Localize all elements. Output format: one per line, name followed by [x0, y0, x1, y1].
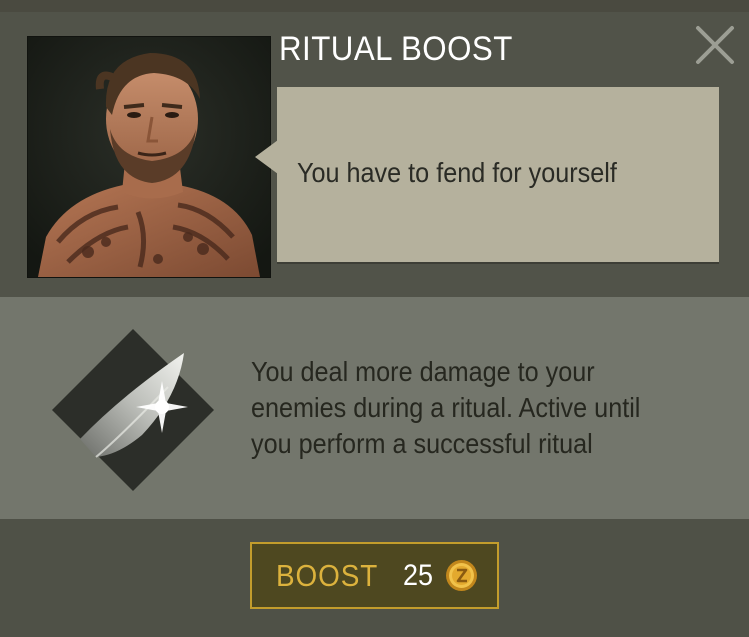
character-portrait — [27, 36, 271, 278]
close-button[interactable] — [692, 22, 738, 68]
blade-diamond-icon — [50, 327, 216, 493]
top-strip — [0, 0, 749, 12]
boost-description: You deal more damage to your enemies dur… — [251, 354, 721, 462]
boost-button-label: BOOST — [276, 558, 379, 593]
portrait-image — [28, 37, 270, 277]
close-icon — [696, 26, 734, 64]
boost-button[interactable]: BOOST 25 — [250, 542, 499, 609]
description-line: enemies during a ritual. Active until — [251, 392, 641, 423]
description-line: you perform a successful ritual — [251, 428, 593, 459]
ritual-boost-dialog: RITUAL BOOST You have to fend for yourse… — [0, 0, 749, 637]
speech-bubble-tail — [255, 140, 278, 174]
boost-cost: 25 — [403, 559, 434, 592]
speech-bubble: You have to fend for yourself — [277, 87, 719, 262]
speech-text: You have to fend for yourself — [297, 157, 617, 188]
gold-coin-icon — [446, 560, 477, 591]
dialog-title: RITUAL BOOST — [279, 30, 513, 68]
description-line: You deal more damage to your — [251, 356, 595, 387]
